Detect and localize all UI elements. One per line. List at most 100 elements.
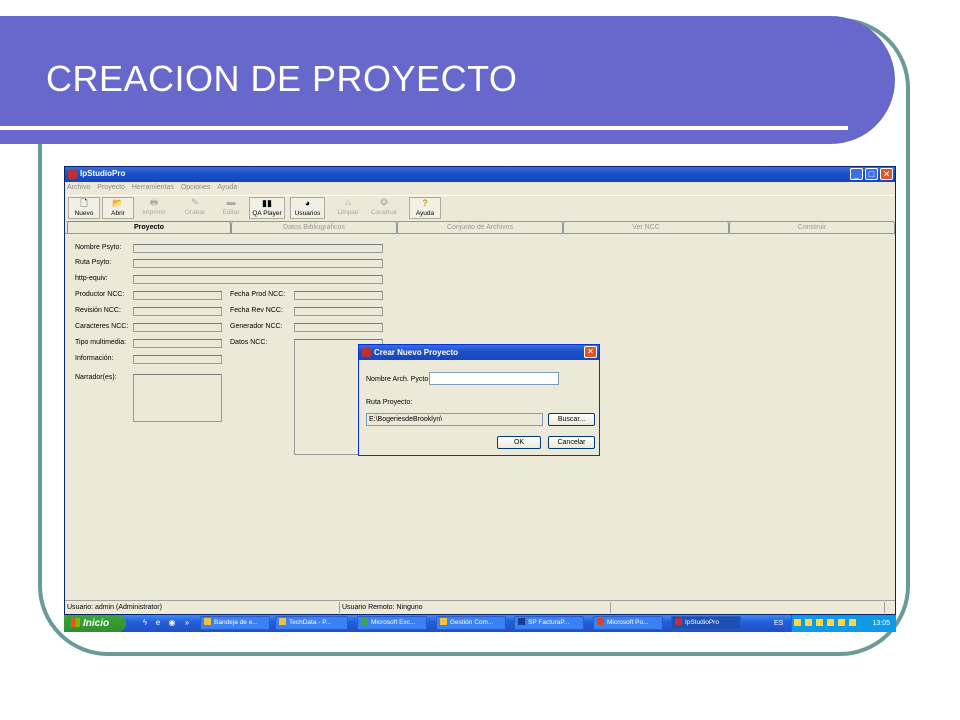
productor-ncc-label: Productor NCC:: [75, 291, 125, 298]
productor-ncc-field[interactable]: [133, 291, 222, 300]
qa-player-icon: ▮▮: [262, 198, 272, 208]
nuevo-label: Nuevo: [74, 210, 94, 217]
nombre-arch-input[interactable]: [429, 372, 559, 385]
informacion-field[interactable]: [133, 355, 222, 364]
informacion-label: Información:: [75, 355, 114, 362]
language-indicator[interactable]: ES: [774, 615, 783, 632]
qa-player-label: QA Player: [252, 210, 282, 217]
nombre-psyto-label: Nombre Psyto:: [75, 244, 122, 251]
tab-conjunto-archivos[interactable]: Conjunto de Archivos: [397, 221, 563, 233]
task-label: SP FacturaP...: [528, 619, 570, 626]
tray-icon[interactable]: [794, 619, 801, 626]
ruta-psyto-field[interactable]: [133, 259, 383, 268]
task-ipstudio[interactable]: IpStudioPro: [671, 616, 741, 630]
caracteres-ncc-field[interactable]: [133, 323, 222, 332]
caracteres-ncc-label: Caracteres NCC:: [75, 323, 129, 330]
app-icon: [440, 618, 447, 625]
mail-icon: [204, 618, 211, 625]
slide-title: CREACION DE PROYECTO: [46, 58, 518, 99]
nombre-psyto-field[interactable]: [133, 244, 383, 253]
window-titlebar[interactable]: IpStudioPro _ □ ✕: [65, 167, 895, 182]
open-folder-icon: 📂: [112, 198, 124, 208]
nuevo-button[interactable]: 🗋 Nuevo: [68, 197, 100, 219]
app-icon: [518, 618, 525, 625]
narradores-field[interactable]: [133, 374, 222, 422]
revision-ncc-label: Revisión NCC:: [75, 307, 121, 314]
minimize-button[interactable]: _: [850, 168, 863, 180]
task-techdata[interactable]: TechData - P...: [275, 616, 348, 630]
qa-player-button[interactable]: ▮▮ QA Player: [249, 197, 285, 219]
grabar-label: Grabar: [184, 209, 206, 216]
task-label: Microsoft Po...: [607, 619, 649, 626]
task-label: IpStudioPro: [685, 619, 719, 626]
tray-icon[interactable]: [848, 619, 856, 626]
limpiar-button[interactable]: ♨ Limpiar: [332, 197, 364, 219]
cancelar-button[interactable]: Cancelar: [548, 436, 595, 449]
dialog-titlebar[interactable]: Crear Nuevo Proyecto ✕: [359, 345, 599, 360]
tab-strip: Proyecto Datos Bibliográficos Conjunto d…: [65, 221, 895, 233]
grabar-button[interactable]: ✎ Grabar: [179, 197, 211, 219]
tab-proyecto[interactable]: Proyecto: [67, 221, 231, 233]
menu-ayuda[interactable]: Ayuda: [217, 184, 237, 191]
editar-button[interactable]: ▬ Editar: [215, 197, 247, 219]
fecha-rev-ncc-field[interactable]: [294, 307, 383, 316]
tab-datos-bibliograficos[interactable]: Datos Bibliográficos: [231, 221, 397, 233]
task-excel[interactable]: Microsoft Exc...: [357, 616, 427, 630]
new-document-icon: 🗋: [80, 198, 88, 208]
ayuda-button[interactable]: ? Ayuda: [409, 197, 441, 219]
narradores-label: Narrador(es):: [75, 374, 117, 381]
task-factura[interactable]: SP FacturaP...: [514, 616, 584, 630]
close-button[interactable]: ✕: [880, 168, 893, 180]
ipstudio-icon: [68, 170, 77, 179]
tipo-multimedia-field[interactable]: [133, 339, 222, 348]
abrir-button[interactable]: 📂 Abrir: [102, 197, 134, 219]
editar-label: Editar: [222, 209, 240, 216]
ipstudio-icon: [675, 618, 682, 625]
document-icon: [279, 618, 286, 625]
start-button[interactable]: Inicio: [64, 615, 126, 632]
quicklaunch-ie-icon[interactable]: e: [153, 618, 163, 628]
task-label: Microsoft Exc...: [371, 619, 416, 626]
status-usuario: Usuario: admin (Administrator): [65, 602, 340, 613]
construir-label: Construir: [370, 209, 398, 216]
tray-icon[interactable]: [826, 619, 834, 626]
tray-icon[interactable]: [804, 619, 812, 626]
menu-proyecto[interactable]: Proyecto: [97, 184, 125, 191]
http-equiv-field[interactable]: [133, 275, 383, 284]
tab-ver-ncc[interactable]: Ver NCC: [563, 221, 729, 233]
tab-construir[interactable]: Construir: [729, 221, 895, 233]
quicklaunch-icon-3[interactable]: ◉: [167, 618, 177, 628]
imprimir-button[interactable]: 🖶 Imprimir: [138, 197, 170, 219]
tipo-multimedia-label: Tipo multimedia:: [75, 339, 127, 346]
task-bandeja[interactable]: Bandeja de e...: [200, 616, 270, 630]
task-gestion[interactable]: Gestión Com...: [436, 616, 506, 630]
tray-icon[interactable]: [815, 619, 823, 626]
buscar-button[interactable]: Buscar...: [548, 413, 595, 426]
ruta-proyecto-input[interactable]: E:\BogeriesdeBrooklyn\: [366, 413, 543, 426]
task-label: Bandeja de e...: [214, 619, 258, 626]
tray-icon[interactable]: [837, 619, 845, 626]
excel-icon: [361, 618, 368, 625]
revision-ncc-field[interactable]: [133, 307, 222, 316]
maximize-button[interactable]: □: [865, 168, 878, 180]
construir-button[interactable]: ❂ Construir: [367, 197, 401, 219]
users-icon: ◕: [304, 198, 311, 208]
quicklaunch-more-icon[interactable]: »: [182, 618, 192, 628]
menu-herramientas[interactable]: Herramientas: [132, 184, 174, 191]
dialog-close-button[interactable]: ✕: [584, 346, 597, 358]
menu-archivo[interactable]: Archivo: [67, 184, 90, 191]
quicklaunch-icon-1[interactable]: ϟ: [140, 618, 150, 628]
help-icon: ?: [422, 198, 428, 208]
generador-ncc-field[interactable]: [294, 323, 383, 332]
menu-opciones[interactable]: Opciones: [181, 184, 211, 191]
record-icon: ✎: [191, 197, 199, 207]
clean-icon: ♨: [343, 197, 353, 207]
ayuda-label: Ayuda: [415, 210, 435, 217]
usuarios-button[interactable]: ◕ Usuarios: [290, 197, 325, 219]
menu-bar: Archivo Proyecto Herramientas Opciones A…: [67, 184, 242, 194]
ok-button[interactable]: OK: [497, 436, 541, 449]
taskbar: Inicio ϟ e ◉ » Bandeja de e... TechData …: [64, 615, 896, 632]
fecha-prod-ncc-field[interactable]: [294, 291, 383, 300]
fecha-rev-ncc-label: Fecha Rev NCC:: [230, 307, 283, 314]
task-powerpoint[interactable]: Microsoft Po...: [593, 616, 663, 630]
